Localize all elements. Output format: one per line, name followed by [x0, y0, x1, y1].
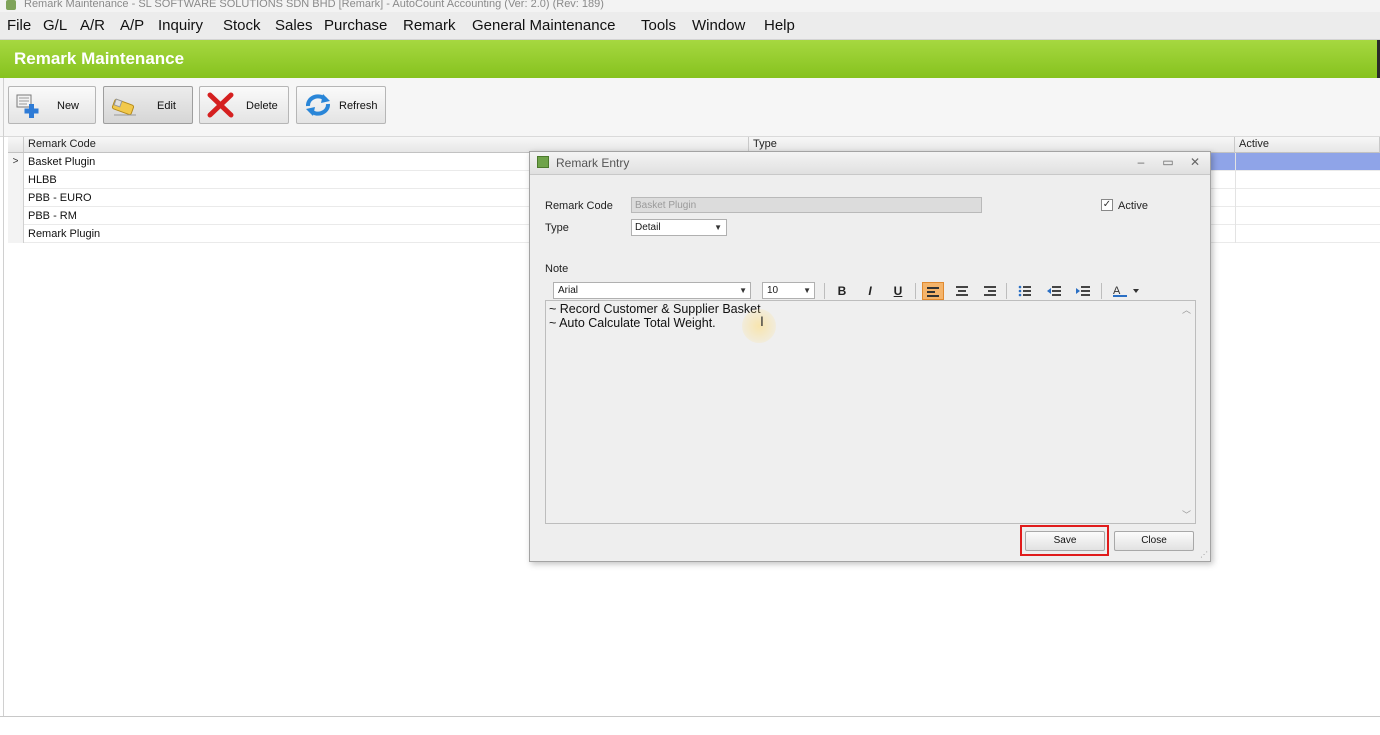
chevron-down-icon: ▼ [739, 286, 747, 295]
toolbar-separator [1101, 283, 1102, 299]
close-icon[interactable]: ✕ [1188, 155, 1202, 169]
app-window-title: Remark Maintenance - SL SOFTWARE SOLUTIO… [24, 0, 604, 10]
remark-code-input[interactable] [631, 197, 982, 213]
cell-remark-code: HLBB [28, 174, 57, 186]
menu-sales[interactable]: Sales [275, 17, 313, 34]
app-icon [6, 0, 16, 10]
dialog-app-icon [537, 156, 549, 168]
note-label: Note [545, 263, 569, 275]
remark-code-label: Remark Code [545, 200, 613, 212]
menu-general-maintenance[interactable]: General Maintenance [472, 17, 615, 34]
mouse-highlight [742, 309, 776, 343]
row-indicator [8, 225, 24, 243]
menu-purchase[interactable]: Purchase [324, 17, 387, 34]
bold-icon[interactable]: B [831, 282, 853, 300]
font-name-select[interactable]: Arial ▼ [553, 282, 751, 299]
active-label: Active [1118, 200, 1148, 212]
menu-ar[interactable]: A/R [80, 17, 105, 34]
row-indicator: > [8, 153, 24, 171]
save-button-highlight [1020, 525, 1109, 556]
delete-button-label: Delete [246, 100, 278, 112]
row-indicator [8, 207, 24, 225]
italic-icon[interactable]: I [859, 282, 881, 300]
edit-button[interactable]: Edit [103, 86, 193, 124]
bullet-list-icon[interactable] [1014, 282, 1036, 300]
close-button[interactable]: Close [1114, 531, 1194, 551]
maximize-icon[interactable]: ▭ [1161, 155, 1175, 169]
menu-window[interactable]: Window [692, 17, 745, 34]
edit-button-label: Edit [157, 100, 176, 112]
font-size-select[interactable]: 10 ▼ [762, 282, 815, 299]
type-select-value: Detail [635, 222, 661, 233]
note-line: ~ Auto Calculate Total Weight. [549, 316, 716, 330]
text-color-icon[interactable]: A [1109, 282, 1143, 300]
refresh-icon [306, 94, 330, 116]
type-select[interactable]: Detail ▼ [631, 219, 727, 236]
font-size-value: 10 [767, 285, 779, 296]
menu-remark[interactable]: Remark [403, 17, 456, 34]
row-selection-highlight [1211, 153, 1380, 170]
menu-ap[interactable]: A/P [120, 17, 144, 34]
outdent-icon[interactable] [1043, 282, 1065, 300]
chevron-down-icon: ▼ [714, 223, 722, 232]
menu-file[interactable]: File [7, 17, 31, 34]
note-format-toolbar: Arial ▼ 10 ▼ B I U A [546, 279, 1194, 301]
left-border [3, 78, 4, 716]
type-label: Type [545, 222, 569, 234]
align-right-icon[interactable] [979, 282, 1001, 300]
grid-divider [1235, 153, 1236, 243]
active-checkbox[interactable]: ✓ [1101, 199, 1113, 211]
new-button-label: New [57, 100, 80, 112]
toolbar: New Edit Delete Refresh [0, 78, 1380, 137]
delete-x-icon [207, 92, 234, 118]
page-title-bar: Remark Maintenance [0, 40, 1380, 78]
menu-inquiry[interactable]: Inquiry [158, 17, 203, 34]
row-indicator [8, 189, 24, 207]
menu-tools[interactable]: Tools [641, 17, 676, 34]
underline-icon[interactable]: U [887, 282, 909, 300]
font-name-value: Arial [558, 285, 579, 296]
app-title-bar: Remark Maintenance - SL SOFTWARE SOLUTIO… [0, 0, 1380, 12]
refresh-button-label: Refresh [339, 100, 378, 112]
scroll-down-icon[interactable]: ﹀ [1182, 508, 1191, 521]
scroll-up-icon[interactable]: ︿ [1182, 303, 1191, 316]
row-indicator [8, 171, 24, 189]
new-document-icon [16, 94, 39, 118]
delete-button[interactable]: Delete [199, 86, 289, 124]
note-scrollbar[interactable]: ︿ ﹀ [1181, 303, 1193, 521]
text-cursor-icon: I [760, 313, 764, 329]
menu-gl[interactable]: G/L [43, 17, 67, 34]
toolbar-separator [915, 283, 916, 299]
indent-icon[interactable] [1072, 282, 1094, 300]
cell-remark-code: Basket Plugin [28, 156, 96, 168]
cell-remark-code: Remark Plugin [28, 228, 101, 240]
grid-corner [8, 137, 24, 153]
align-left-icon[interactable] [922, 282, 944, 300]
refresh-button[interactable]: Refresh [296, 86, 386, 124]
dialog-title-bar[interactable]: Remark Entry – ▭ ✕ [530, 152, 1210, 175]
align-center-icon[interactable] [951, 282, 973, 300]
menu-help[interactable]: Help [764, 17, 795, 34]
note-line: ~ Record Customer & Supplier Basket [549, 302, 761, 316]
remark-entry-dialog: Remark Entry – ▭ ✕ Remark Code ✓ Active … [529, 151, 1211, 562]
minimize-icon[interactable]: – [1134, 155, 1148, 169]
note-editor[interactable]: ~ Record Customer & Supplier Basket ~ Au… [545, 300, 1196, 524]
chevron-down-icon: ▼ [803, 286, 811, 295]
resize-grip-icon[interactable]: ⋰ [1200, 550, 1208, 559]
toolbar-separator [1006, 283, 1007, 299]
edit-pencil-icon [111, 98, 136, 116]
cell-remark-code: PBB - EURO [28, 192, 92, 204]
bottom-border [0, 716, 1380, 717]
toolbar-separator [824, 283, 825, 299]
cell-remark-code: PBB - RM [28, 210, 77, 222]
new-button[interactable]: New [8, 86, 96, 124]
menu-stock[interactable]: Stock [223, 17, 261, 34]
dialog-title: Remark Entry [556, 156, 630, 170]
column-header-active[interactable]: Active [1235, 137, 1380, 153]
menu-bar: File G/L A/R A/P Inquiry Stock Sales Pur… [0, 12, 1380, 40]
page-title: Remark Maintenance [14, 49, 185, 68]
